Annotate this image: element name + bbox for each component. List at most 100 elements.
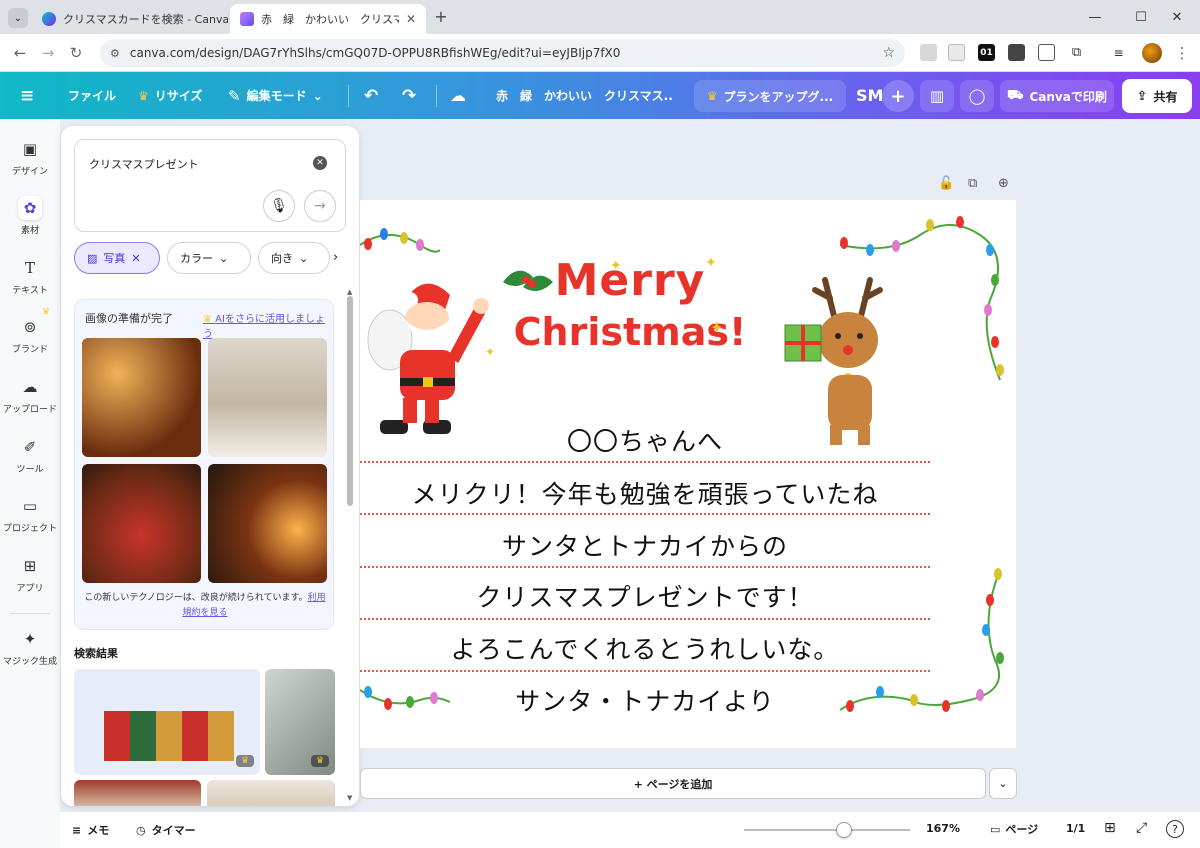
rail-item-apps[interactable]: ⊞ アプリ bbox=[0, 554, 60, 594]
browser-tab-design[interactable]: 赤 緑 かわいい クリスマスカー ✕ bbox=[230, 4, 426, 34]
result-image-1[interactable]: ♛ bbox=[74, 669, 260, 775]
message-line[interactable]: メリクリ！今年も勉強を頑張っていたね bbox=[360, 475, 930, 511]
pages-button[interactable]: ▭ ページ bbox=[990, 821, 1038, 837]
message-line[interactable]: 〇〇ちゃんへ bbox=[360, 422, 930, 458]
print-button[interactable]: ⛟ Canvaで印刷 bbox=[1000, 80, 1114, 112]
chevron-down-icon[interactable]: ⌄ bbox=[989, 768, 1017, 799]
crown-icon: ♛ bbox=[236, 755, 255, 767]
zoom-slider-handle[interactable] bbox=[835, 822, 852, 838]
result-image-4[interactable] bbox=[207, 780, 335, 806]
message-line[interactable]: クリスマスプレゼントです！ bbox=[360, 578, 930, 614]
filter-chip-color[interactable]: カラー ⌄ bbox=[167, 242, 251, 274]
ai-image-4[interactable] bbox=[208, 464, 327, 583]
rail-item-tools[interactable]: ✐ ツール bbox=[0, 435, 60, 475]
christmas-title[interactable]: Christmas! bbox=[490, 310, 770, 354]
arrow-right-icon[interactable]: → bbox=[304, 190, 336, 222]
zoom-value[interactable]: 167% bbox=[926, 822, 960, 835]
browser-tab-search[interactable]: クリスマスカードを検索 - Canva ✕ bbox=[32, 4, 228, 34]
ai-link[interactable]: ♛ AIをさらに活用しましょう bbox=[203, 310, 333, 340]
rail-item-design[interactable]: ▣ デザイン bbox=[0, 137, 60, 177]
rail-item-projects[interactable]: ▭ プロジェクト bbox=[0, 494, 60, 534]
filter-chip-orientation[interactable]: 向き ⌄ bbox=[258, 242, 330, 274]
zoom-slider[interactable] bbox=[744, 829, 910, 831]
crown-icon: ♛ bbox=[706, 89, 718, 103]
profile-avatar[interactable] bbox=[1142, 43, 1162, 63]
rail-item-elements[interactable]: ✿ 素材 bbox=[0, 196, 60, 236]
undo-icon[interactable]: ↶ bbox=[364, 72, 378, 119]
rail-item-text[interactable]: T テキスト bbox=[0, 256, 60, 296]
comment-icon[interactable]: ◯ bbox=[960, 80, 994, 112]
rail-item-uploads[interactable]: ☁ アップロード bbox=[0, 375, 60, 415]
filter-chip-photo[interactable]: ▨ 写真 ✕ bbox=[74, 242, 160, 274]
forward-button[interactable]: → bbox=[36, 41, 60, 65]
fullscreen-icon[interactable]: ⤢ bbox=[1136, 820, 1147, 836]
window-close-button[interactable]: ✕ bbox=[1154, 0, 1200, 34]
divider bbox=[10, 613, 50, 614]
ai-image-1[interactable] bbox=[82, 338, 201, 457]
magic-image-icon: ✦ bbox=[23, 630, 37, 648]
minimize-button[interactable]: — bbox=[1072, 0, 1118, 34]
microphone-icon[interactable]: 🎙 bbox=[263, 190, 295, 222]
help-icon[interactable]: ? bbox=[1166, 820, 1184, 838]
url-field[interactable]: ⚙ canva.com/design/DAG7rYhSlhs/cmGQ07D-O… bbox=[100, 39, 905, 67]
holly-icon bbox=[503, 270, 553, 291]
add-page-icon[interactable]: ⊕ bbox=[998, 176, 1009, 191]
add-collaborator-button[interactable]: + bbox=[882, 80, 914, 112]
extension-icon[interactable] bbox=[1038, 44, 1055, 61]
grid-view-icon[interactable]: ⊞ bbox=[1104, 820, 1116, 836]
rail-item-magic[interactable]: ✦ マジック生成 bbox=[0, 627, 60, 667]
notes-button[interactable]: ≡ メモ bbox=[72, 822, 109, 838]
bookmark-star-icon[interactable]: ☆ bbox=[882, 45, 895, 61]
timer-label: タイマー bbox=[151, 824, 196, 837]
chevron-right-icon[interactable]: › bbox=[333, 250, 338, 265]
clear-icon[interactable]: ✕ bbox=[313, 156, 327, 170]
result-image-3[interactable] bbox=[74, 780, 201, 806]
rail-label: テキスト bbox=[12, 286, 48, 296]
dotted-rule bbox=[360, 670, 930, 672]
close-icon[interactable]: ✕ bbox=[131, 252, 140, 265]
message-line[interactable]: サンタ・トナカイより bbox=[360, 682, 930, 718]
share-button[interactable]: ⇪ 共有 bbox=[1122, 79, 1192, 113]
dotted-rule bbox=[360, 566, 930, 568]
rail-label: 素材 bbox=[20, 226, 39, 236]
document-title[interactable]: 赤 緑 かわいい クリスマス... bbox=[496, 72, 674, 119]
timer-button[interactable]: ◷ タイマー bbox=[136, 822, 196, 838]
duplicate-icon[interactable]: ⧉ bbox=[968, 176, 977, 191]
extension-icon[interactable] bbox=[948, 44, 965, 61]
design-canvas[interactable]: Merry Christmas! ✦ ✦ ✦ ✦ 〇〇ちゃんへ メリクリ！今年も… bbox=[360, 200, 1016, 748]
edit-mode-button[interactable]: ✎ 編集モード ⌄ bbox=[228, 72, 323, 119]
rail-item-brand[interactable]: ⊚ ブランド ♛ bbox=[0, 307, 60, 355]
reload-button[interactable]: ↻ bbox=[64, 41, 88, 65]
extension-01-icon[interactable]: 01 bbox=[978, 44, 995, 61]
file-menu[interactable]: ファイル bbox=[68, 72, 116, 119]
tab-search-button[interactable]: ⌄ bbox=[8, 8, 28, 28]
avatar[interactable]: SM bbox=[856, 72, 883, 119]
message-line[interactable]: よろこんでくれるとうれしいな。 bbox=[360, 630, 930, 666]
crown-icon: ♛ bbox=[42, 307, 51, 317]
new-tab-button[interactable]: + bbox=[432, 8, 450, 26]
site-info-icon[interactable]: ⚙ bbox=[110, 47, 120, 60]
extension-icon[interactable] bbox=[1008, 44, 1025, 61]
menu-icon[interactable]: ≡ bbox=[20, 72, 34, 119]
scroll-up-icon[interactable]: ▲ bbox=[347, 288, 352, 296]
back-button[interactable]: ← bbox=[8, 41, 32, 65]
browser-menu-icon[interactable]: ⋮ bbox=[1170, 41, 1194, 65]
result-image-2[interactable]: ♛ bbox=[265, 669, 335, 775]
resize-button[interactable]: ♛ リサイズ bbox=[138, 72, 202, 119]
search-input[interactable]: クリスマスプレゼント ✕ 🎙 → bbox=[74, 139, 346, 232]
ai-image-2[interactable] bbox=[208, 338, 327, 457]
redo-icon[interactable]: ↷ bbox=[402, 72, 416, 119]
lock-icon[interactable]: 🔓 bbox=[938, 176, 954, 191]
panel-scrollbar[interactable] bbox=[347, 296, 353, 506]
cloud-save-icon[interactable]: ☁ bbox=[450, 72, 466, 119]
media-controls-icon[interactable]: ≡ bbox=[1110, 44, 1127, 61]
message-line[interactable]: サンタとトナカイからの bbox=[360, 527, 930, 563]
upgrade-button[interactable]: ♛ プランをアップグ... bbox=[694, 80, 846, 112]
ai-image-3[interactable] bbox=[82, 464, 201, 583]
add-page-button[interactable]: + ページを追加 bbox=[360, 768, 986, 799]
extensions-puzzle-icon[interactable]: ⧉ bbox=[1068, 44, 1085, 61]
close-icon[interactable]: ✕ bbox=[406, 12, 416, 26]
extension-icon[interactable] bbox=[920, 44, 937, 61]
insights-chart-icon[interactable]: ▥ bbox=[920, 80, 954, 112]
scroll-down-icon[interactable]: ▼ bbox=[347, 794, 352, 802]
